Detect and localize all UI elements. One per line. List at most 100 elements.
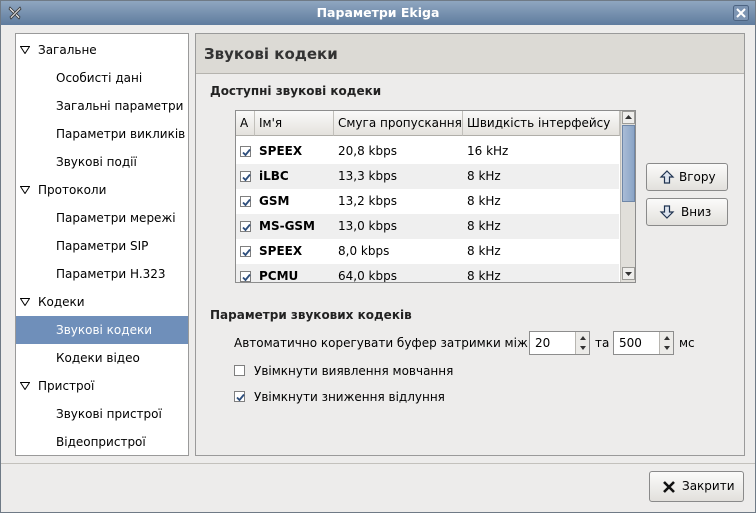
window-title: Параметри Ekiga (316, 5, 440, 20)
tree-item-label: Пристрої (38, 379, 95, 393)
table-row[interactable]: MS-GSM 13,0 kbps 8 kHz (236, 214, 619, 239)
tree-item-label: Звукові кодеки (56, 323, 152, 337)
tree-item-label: Параметри викликів (56, 127, 186, 141)
tree-item-label: Параметри H.323 (56, 267, 166, 281)
spinner-arrows-icon (664, 336, 670, 350)
codec-rate: 8 kHz (467, 244, 501, 258)
close-button[interactable]: Закрити (649, 471, 744, 502)
tree-item-label: Загальне (38, 43, 97, 57)
codec-bandwidth: 13,0 kbps (338, 219, 397, 233)
echo-cancellation-checkbox[interactable] (234, 391, 245, 402)
move-up-label: Вгору (679, 170, 716, 184)
expander-down-icon[interactable] (20, 186, 30, 194)
tree-item-video-codecs[interactable]: Кодеки відео (16, 344, 188, 372)
tree-item-codecs[interactable]: Кодеки (16, 288, 188, 316)
codec-list-scrollbar[interactable] (620, 111, 635, 282)
silence-detection-checkbox[interactable] (234, 365, 245, 376)
tree-item-sound-events[interactable]: Звукові події (16, 148, 188, 176)
codec-list[interactable]: A Ім'я Смуга пропускання Швидкість інтер… (235, 110, 636, 283)
echo-cancellation-label[interactable]: Увімкнути зниження відлуння (254, 390, 445, 404)
arrow-down-icon (659, 205, 675, 219)
spinner-arrows[interactable] (659, 332, 673, 354)
preferences-tree: Загальне Особисті дані Загальні параметр… (15, 33, 189, 456)
codec-bandwidth: 8,0 kbps (338, 244, 390, 258)
jitter-label: Автоматично корегувати буфер затримки мі… (234, 336, 528, 350)
arrow-down-icon (625, 272, 632, 276)
tree-item-network-settings[interactable]: Параметри мережі (16, 204, 188, 232)
codec-bandwidth: 13,3 kbps (338, 169, 397, 183)
silence-detection-label[interactable]: Увімкнути виявлення мовчання (254, 364, 453, 378)
tree-item-h323-settings[interactable]: Параметри H.323 (16, 260, 188, 288)
codec-name: PCMU (259, 269, 299, 282)
tree-item-label: Параметри SIP (56, 239, 149, 253)
tree-item-devices[interactable]: Пристрої (16, 372, 188, 400)
scroll-up-button[interactable] (622, 111, 635, 124)
jitter-max-spinner[interactable]: 500 (613, 331, 674, 355)
expander-down-icon[interactable] (20, 298, 30, 306)
codec-rate: 8 kHz (467, 194, 501, 208)
move-down-button[interactable]: Вниз (646, 198, 728, 226)
content-header: Звукові кодеки (196, 34, 744, 74)
tree-item-label: Параметри мережі (56, 211, 176, 225)
tree-item-audio-devices[interactable]: Звукові пристрої (16, 400, 188, 428)
tree-item-label: Звукові події (56, 155, 137, 169)
tree-item-call-settings[interactable]: Параметри викликів (16, 120, 188, 148)
tree-item-general-settings[interactable]: Загальні параметри (16, 92, 188, 120)
close-icon[interactable] (733, 5, 749, 21)
column-header-name[interactable]: Ім'я (255, 111, 334, 136)
jitter-unit-label: мс (679, 336, 695, 350)
enable-checkbox[interactable] (240, 171, 251, 182)
tree-item-general[interactable]: Загальне (16, 36, 188, 64)
tree-item-label: Кодеки відео (56, 351, 140, 365)
content-panel: Звукові кодеки Доступні звукові кодеки A… (195, 33, 745, 456)
table-row[interactable]: PCMU 64,0 kbps 8 kHz (236, 264, 619, 282)
table-row[interactable]: SPEEX 20,8 kbps 16 kHz (236, 139, 619, 164)
codec-name: MS-GSM (259, 219, 315, 233)
codec-rate: 16 kHz (467, 144, 509, 158)
enable-checkbox[interactable] (240, 196, 251, 207)
column-header-bandwidth[interactable]: Смуга пропускання (334, 111, 463, 136)
scroll-thumb[interactable] (622, 125, 635, 202)
page-title: Звукові кодеки (204, 45, 338, 63)
arrow-up-icon (625, 115, 632, 119)
enable-checkbox[interactable] (240, 271, 251, 282)
tree-item-audio-codecs[interactable]: Звукові кодеки (16, 316, 188, 344)
tree-item-personal-data[interactable]: Особисті дані (16, 64, 188, 92)
move-up-button[interactable]: Вгору (646, 163, 728, 191)
table-row[interactable]: GSM 13,2 kbps 8 kHz (236, 189, 619, 214)
tree-item-label: Протоколи (38, 183, 107, 197)
jitter-max-value: 500 (619, 336, 642, 350)
codec-bandwidth: 13,2 kbps (338, 194, 397, 208)
spinner-arrows-icon (580, 336, 586, 350)
tree-item-sip-settings[interactable]: Параметри SIP (16, 232, 188, 260)
column-header-active[interactable]: A (236, 111, 255, 136)
enable-checkbox[interactable] (240, 146, 251, 157)
title-bar[interactable]: Параметри Ekiga (1, 1, 755, 25)
enable-checkbox[interactable] (240, 246, 251, 257)
jitter-min-value: 20 (535, 336, 551, 350)
codec-name: GSM (259, 194, 290, 208)
table-row[interactable]: SPEEX 8,0 kbps 8 kHz (236, 239, 619, 264)
tree-item-protocols[interactable]: Протоколи (16, 176, 188, 204)
expander-down-icon[interactable] (20, 382, 30, 390)
tree-item-video-devices[interactable]: Відеопристрої (16, 428, 188, 456)
codec-name: SPEEX (259, 144, 303, 158)
codec-bandwidth: 20,8 kbps (338, 144, 397, 158)
tree-item-label: Кодеки (38, 295, 85, 309)
preferences-window: Параметри Ekiga Загальне Особисті дані З… (0, 0, 756, 513)
codec-name: iLBC (259, 169, 289, 183)
tree-item-label: Загальні параметри (56, 99, 184, 113)
expander-down-icon[interactable] (20, 46, 30, 54)
tree-item-label: Відеопристрої (56, 435, 146, 449)
table-row[interactable]: iLBC 13,3 kbps 8 kHz (236, 164, 619, 189)
codec-name: SPEEX (259, 244, 303, 258)
spinner-arrows[interactable] (575, 332, 589, 354)
codec-rate: 8 kHz (467, 269, 501, 282)
tree-item-label: Звукові пристрої (56, 407, 162, 421)
enable-checkbox[interactable] (240, 221, 251, 232)
scroll-down-button[interactable] (622, 267, 635, 280)
jitter-min-spinner[interactable]: 20 (529, 331, 590, 355)
jitter-and-label: та (595, 336, 610, 350)
tree-item-label: Особисті дані (56, 71, 143, 85)
column-header-rate[interactable]: Швидкість інтерфейсу (463, 111, 620, 136)
